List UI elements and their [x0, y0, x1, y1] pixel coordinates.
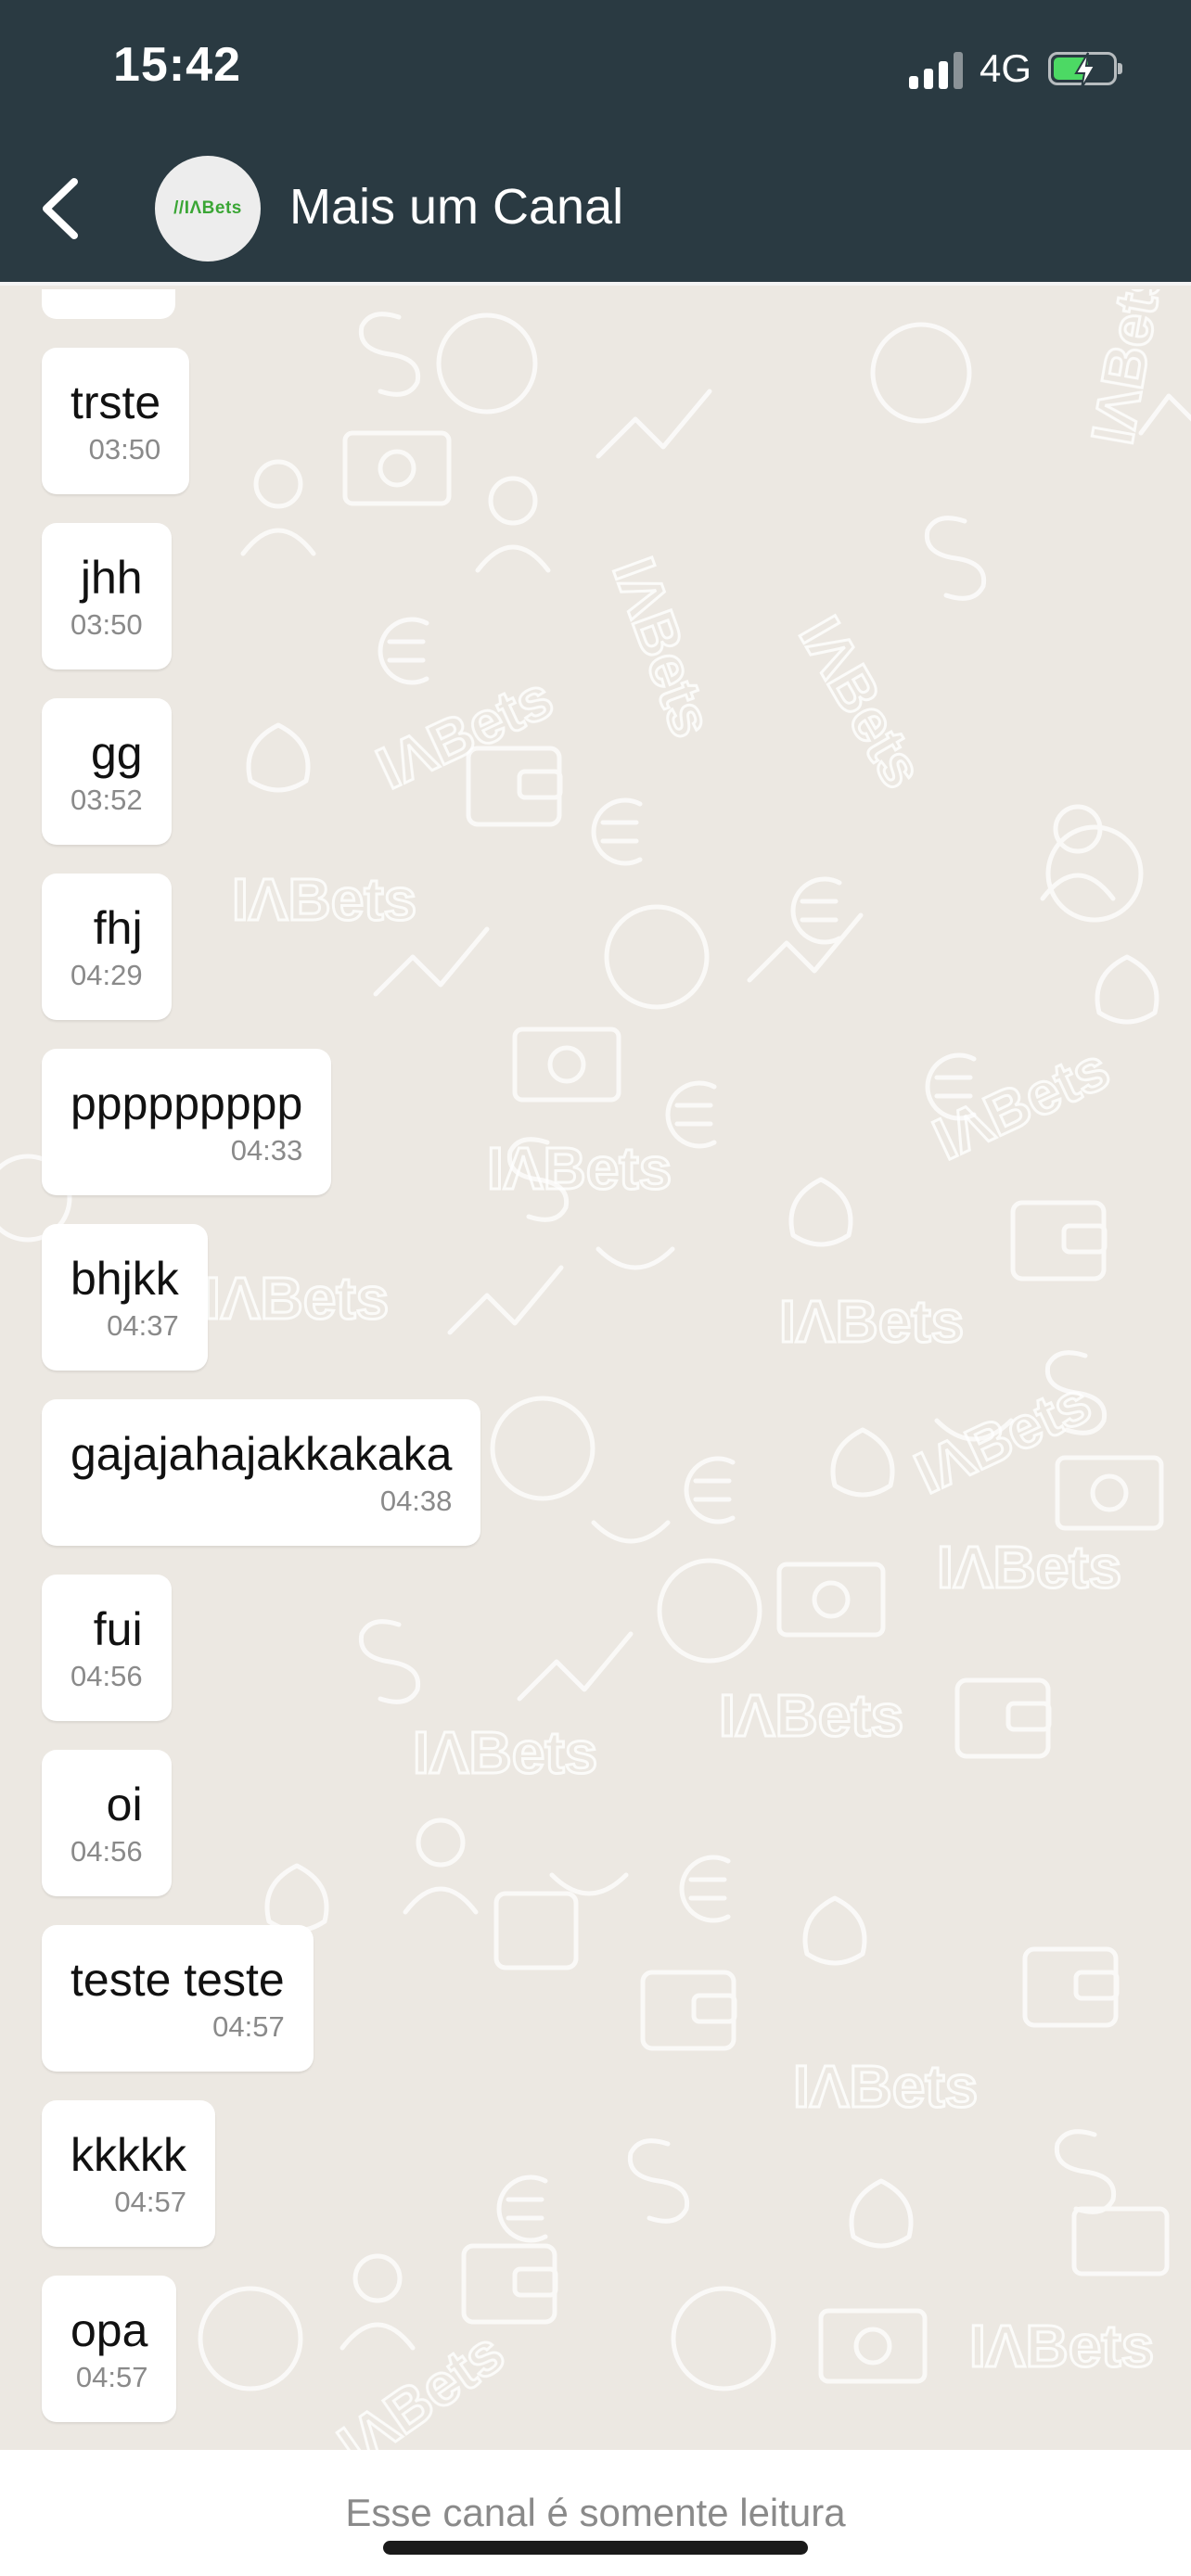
message-time: 04:57 — [75, 2361, 148, 2393]
chat-header: 15:42 4G //IΛBets Mais um Canal — [0, 0, 1191, 286]
message-time: 04:57 — [114, 2186, 186, 2218]
message-text: opa — [70, 2304, 148, 2356]
status-indicators: 4G — [908, 41, 1122, 96]
message-text: gajajahajakkakaka — [70, 1428, 453, 1480]
message-bubble[interactable]: kkkkk 04:57 — [42, 2100, 215, 2247]
message-bubble[interactable]: trste 03:50 — [42, 348, 190, 494]
watermark-text: IΛBets — [969, 2313, 1154, 2379]
message-text: gg — [90, 727, 143, 779]
watermark-text: IΛBets — [232, 866, 416, 933]
message-text: oi — [106, 1779, 143, 1830]
back-button[interactable] — [35, 174, 91, 243]
message-bubble[interactable]: ppppppppp 04:33 — [42, 1049, 332, 1195]
brand-logo: //IΛBets — [173, 198, 242, 218]
message-time: 03:50 — [70, 608, 143, 641]
message-text: fhj — [93, 902, 143, 954]
message-bubble[interactable]: gg 03:52 — [42, 698, 172, 845]
watermark-text: IΛBets — [719, 1682, 903, 1749]
watermark-text: IΛBets — [779, 1288, 964, 1355]
message-time: 03:50 — [88, 433, 161, 465]
battery-charging-icon — [1048, 52, 1122, 89]
message-time: 03:52 — [70, 784, 143, 816]
network-type: 4G — [979, 46, 1031, 90]
watermark-text: IΛBets — [904, 1368, 1100, 1506]
message-bubble[interactable]: gajajahajakkakaka 04:38 — [42, 1399, 481, 1546]
message-text: bhjkk — [70, 1253, 179, 1305]
message-text: jhh — [80, 552, 143, 604]
message-text: kkkkk — [70, 2129, 186, 2181]
watermark-text: IΛBets — [1079, 289, 1176, 449]
message-time: 04:57 — [212, 2010, 285, 2043]
message-bubble[interactable]: fui 04:56 — [42, 1575, 172, 1721]
watermark-text: IΛBets — [487, 1135, 672, 1202]
message-time: 04:56 — [70, 1660, 143, 1692]
cellular-signal-icon — [908, 48, 963, 89]
message-bubble[interactable]: fhj 04:29 — [42, 874, 172, 1020]
channel-title[interactable]: Mais um Canal — [289, 178, 623, 236]
message-bubble-partial — [42, 289, 175, 319]
message-time: 04:37 — [107, 1309, 179, 1342]
home-indicator[interactable] — [383, 2541, 808, 2555]
message-list[interactable]: IΛBets IΛBets IΛBets IΛBets IΛBets IΛBet… — [0, 289, 1191, 2450]
read-only-notice: Esse canal é somente leitura — [345, 2491, 846, 2534]
watermark-text: IΛBets — [937, 1534, 1121, 1600]
watermark-text: IΛBets — [793, 2053, 978, 2120]
message-text: ppppppppp — [70, 1078, 303, 1129]
message-text: teste teste — [70, 1954, 285, 2006]
watermark-text: IΛBets — [787, 606, 937, 799]
message-time: 04:38 — [379, 1485, 453, 1517]
message-time: 04:33 — [230, 1134, 303, 1167]
message-text: trste — [70, 376, 161, 428]
message-bubble[interactable]: jhh 03:50 — [42, 523, 172, 670]
watermark-text: IΛBets — [413, 1719, 597, 1786]
watermark-text: IΛBets — [366, 663, 562, 801]
watermark-text: IΛBets — [600, 549, 726, 746]
message-time: 04:29 — [70, 959, 143, 991]
status-time: 15:42 — [113, 38, 241, 92]
message-bubble[interactable]: opa 04:57 — [42, 2276, 177, 2422]
message-bubble[interactable]: oi 04:56 — [42, 1750, 172, 1896]
chevron-left-icon — [43, 178, 78, 239]
message-bubble[interactable]: bhjkk 04:37 — [42, 1224, 208, 1371]
message-text: fui — [93, 1603, 143, 1655]
watermark-text: IΛBets — [204, 1265, 389, 1332]
message-bubble[interactable]: teste teste 04:57 — [42, 1925, 314, 2072]
message-time: 04:56 — [70, 1835, 143, 1868]
watermark-text: IΛBets — [327, 2318, 516, 2450]
channel-avatar[interactable]: //IΛBets — [155, 156, 261, 261]
read-only-footer: Esse canal é somente leitura — [0, 2450, 1191, 2576]
